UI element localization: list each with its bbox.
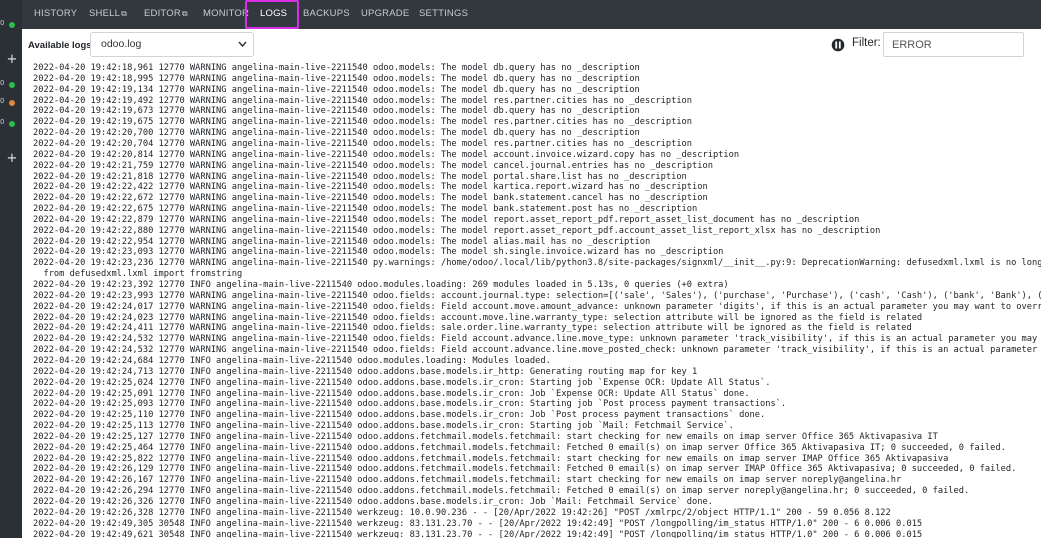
add-icon[interactable]: + [6,53,18,66]
tab-shell[interactable]: SHELL⧉ [89,0,127,29]
external-link-icon: ⧉ [121,9,128,18]
filter-label: Filter: [852,37,881,49]
add-icon[interactable]: + [6,152,18,165]
sidebar-marker-count: 0 [0,19,5,27]
status-dot-icon [9,121,15,127]
log-line: 2022-04-20 19:42:19,673 12770 WARNING an… [33,106,640,117]
log-line: 2022-04-20 19:42:24,532 12770 WARNING an… [33,334,1041,345]
log-line: 2022-04-20 19:42:18,995 12770 WARNING an… [33,73,640,84]
log-line: 2022-04-20 19:42:25,091 12770 INFO angel… [33,388,750,399]
log-line: 2022-04-20 19:42:25,110 12770 INFO angel… [33,410,766,421]
log-line: 2022-04-20 19:42:19,134 12770 WARNING an… [33,84,640,95]
tab-label: LOGS [260,8,288,19]
tab-backups[interactable]: BACKUPS [303,0,350,29]
log-line: 2022-04-20 19:42:22,675 12770 WARNING an… [33,204,698,215]
log-line: 2022-04-20 19:42:24,532 12770 WARNING an… [33,345,1041,356]
log-line: 2022-04-20 19:42:24,017 12770 WARNING an… [33,301,1041,312]
log-line: 2022-04-20 19:42:25,024 12770 INFO angel… [33,377,771,388]
log-line: 2022-04-20 19:42:24,713 12770 INFO angel… [33,366,698,377]
tab-label: SHELL [89,8,121,19]
filter-input[interactable] [883,32,1024,57]
log-line: 2022-04-20 19:42:19,675 12770 WARNING an… [33,117,693,128]
tab-editor[interactable]: EDITOR⧉ [144,0,188,29]
sidebar-marker-1[interactable]: 0 [0,19,22,30]
log-line: 2022-04-20 19:42:20,814 12770 WARNING an… [33,149,740,160]
log-line: 2022-04-20 19:42:24,684 12770 INFO angel… [33,355,551,366]
external-link-icon: ⧉ [181,9,188,18]
log-line: 2022-04-20 19:42:25,113 12770 INFO angel… [33,421,734,432]
tab-label: SETTINGS [419,8,469,19]
status-dot-icon [9,100,15,106]
log-output[interactable]: 2022-04-20 19:42:18,961 12770 WARNING an… [22,61,1041,538]
log-line: 2022-04-20 19:42:21,818 12770 WARNING an… [33,171,687,182]
log-line: 2022-04-20 19:42:25,822 12770 INFO angel… [33,453,949,464]
log-line: 2022-04-20 19:42:24,411 12770 WARNING an… [33,323,912,334]
pause-icon[interactable] [831,37,847,52]
log-line: 2022-04-20 19:42:26,294 12770 INFO angel… [33,486,970,497]
log-line: 2022-04-20 19:42:22,880 12770 WARNING an… [33,225,881,236]
log-file-select[interactable]: odoo.log [90,32,254,57]
sidebar-marker-count: 0 [0,79,5,87]
log-line: 2022-04-20 19:42:24,023 12770 WARNING an… [33,312,923,323]
status-dot-icon [9,22,15,28]
status-dot-icon [9,82,15,88]
available-logs-label: Available logs: [28,40,95,51]
tab-logs[interactable]: LOGS [245,0,299,29]
tab-label: BACKUPS [303,8,350,19]
sidebar-marker-3[interactable]: 0 [0,97,22,108]
top-navigation: HISTORY SHELL⧉ EDITOR⧉ MONITOR LOGS BACK… [22,0,1041,29]
selected-log-value: odoo.log [101,38,142,50]
log-line: 2022-04-20 19:42:23,236 12770 WARNING an… [33,258,1041,269]
log-line: 2022-04-20 19:42:21,759 12770 WARNING an… [33,160,713,171]
tab-settings[interactable]: SETTINGS [419,0,468,29]
log-line: 2022-04-20 19:42:23,093 12770 WARNING an… [33,247,724,258]
tab-label: UPGRADE [361,8,410,19]
sidebar-marker-2[interactable]: 0 [0,79,22,90]
log-line: 2022-04-20 19:42:20,704 12770 WARNING an… [33,138,693,149]
tab-monitor[interactable]: MONITOR [203,0,249,29]
log-line: 2022-04-20 19:42:23,392 12770 INFO angel… [33,280,729,290]
log-line: 2022-04-20 19:42:49,621 30548 INFO angel… [33,529,923,538]
tab-label: HISTORY [34,8,78,19]
log-line: 2022-04-20 19:42:25,127 12770 INFO angel… [33,431,938,442]
log-line: 2022-04-20 19:42:25,093 12770 INFO angel… [33,399,787,410]
logs-toolbar: Available logs: odoo.log Filter: [22,29,1041,61]
log-line: 2022-04-20 19:42:18,961 12770 WARNING an… [33,63,640,73]
log-line: 2022-04-20 19:42:22,422 12770 WARNING an… [33,182,708,193]
log-line: 2022-04-20 19:42:22,672 12770 WARNING an… [33,193,708,204]
left-sidebar: 0 + 0 0 0 + [0,0,22,538]
tab-history[interactable]: HISTORY [34,0,77,29]
tab-label: MONITOR [203,8,250,19]
log-line: from defusedxml.lxml import fromstring [33,269,243,280]
log-line: 2022-04-20 19:42:20,700 12770 WARNING an… [33,128,640,139]
log-line: 2022-04-20 19:42:26,129 12770 INFO angel… [33,464,1017,475]
log-line: 2022-04-20 19:42:49,305 30548 INFO angel… [33,518,923,529]
log-line: 2022-04-20 19:42:26,328 12770 INFO angel… [33,507,891,518]
sidebar-marker-4[interactable]: 0 [0,118,22,129]
sidebar-marker-count: 0 [0,97,5,105]
log-line: 2022-04-20 19:42:25,464 12770 INFO angel… [33,442,1006,453]
tab-label: EDITOR [144,8,181,19]
log-line: 2022-04-20 19:42:26,326 12770 INFO angel… [33,497,713,507]
tab-upgrade[interactable]: UPGRADE [361,0,409,29]
log-line: 2022-04-20 19:42:19,492 12770 WARNING an… [33,95,693,106]
log-line: 2022-04-20 19:42:22,954 12770 WARNING an… [33,236,651,247]
log-line: 2022-04-20 19:42:26,167 12770 INFO angel… [33,475,902,486]
sidebar-marker-count: 0 [0,118,5,126]
log-line: 2022-04-20 19:42:22,879 12770 WARNING an… [33,214,860,225]
log-line: 2022-04-20 19:42:23,993 12770 WARNING an… [33,290,1041,301]
